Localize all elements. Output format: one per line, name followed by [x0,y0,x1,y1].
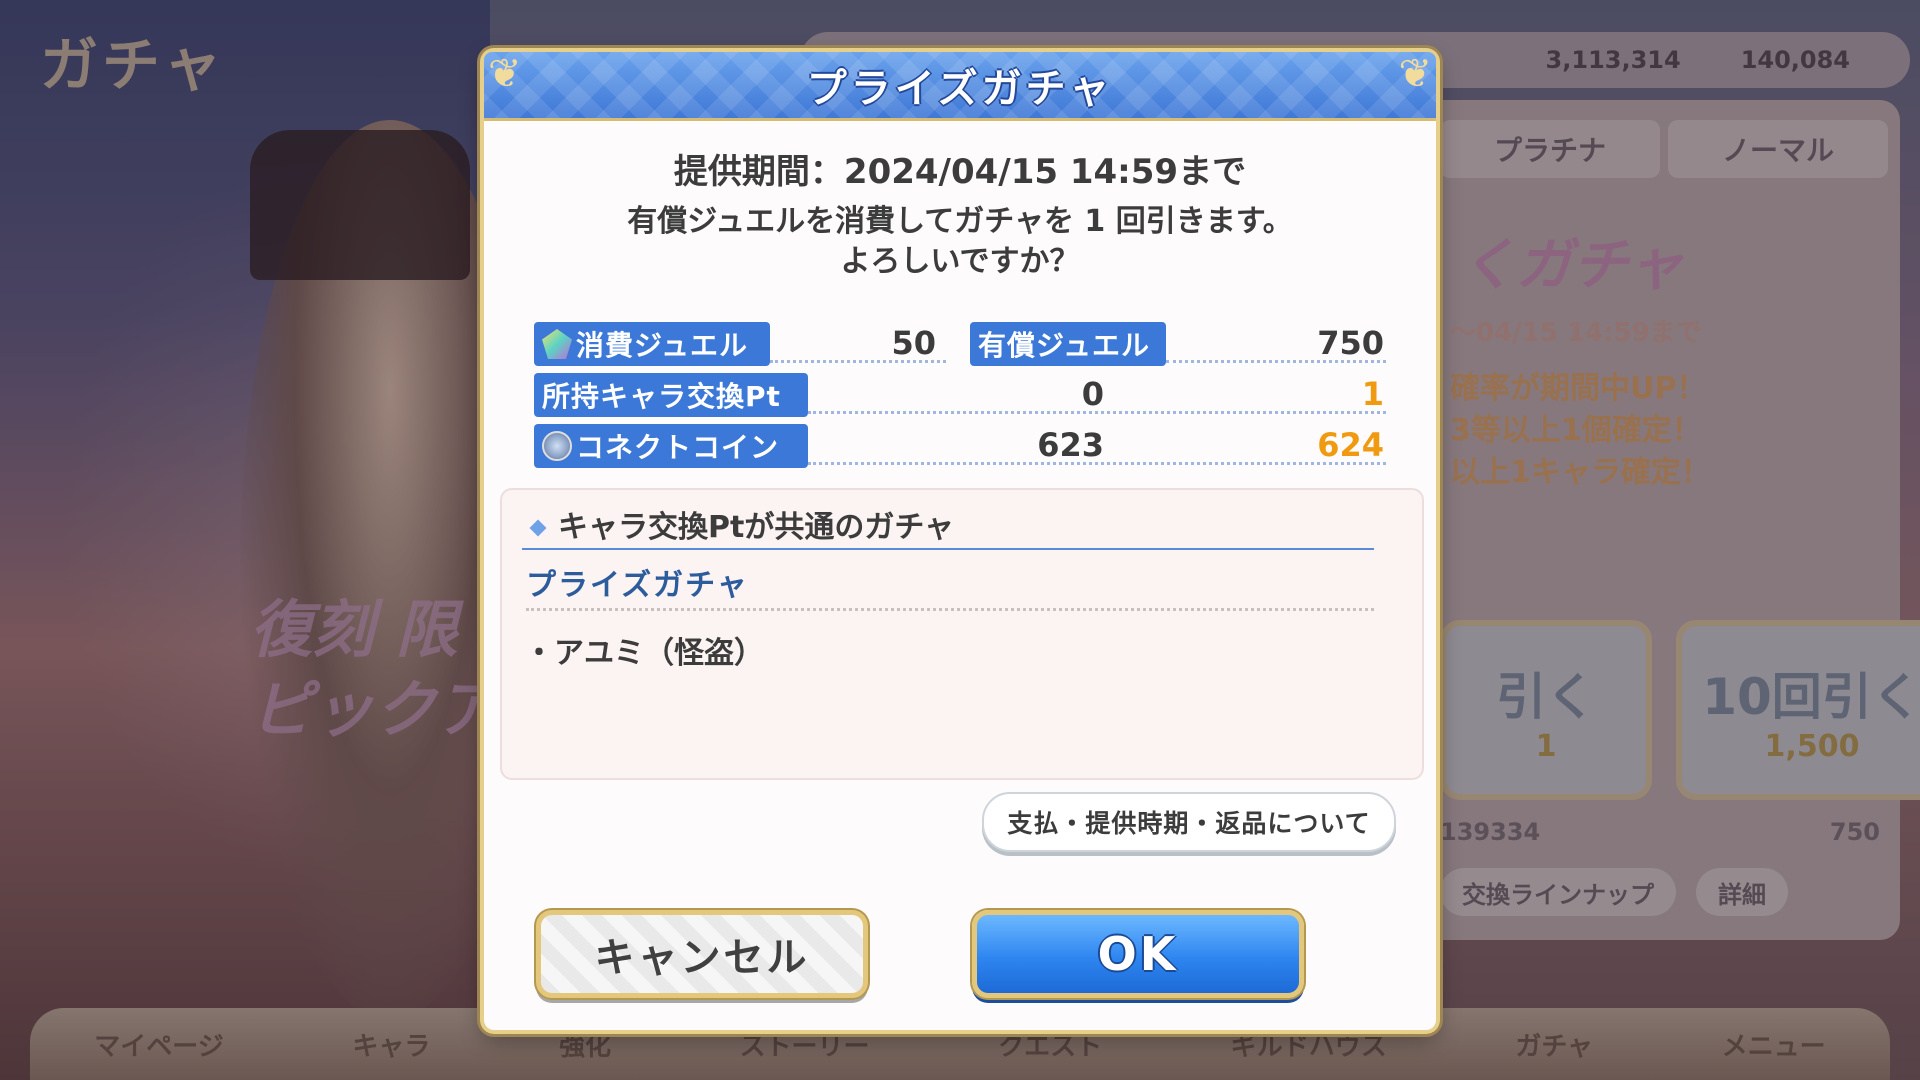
connect-coin-after: 624 [1317,426,1384,464]
dialog-title: プライズガチャ [806,66,1114,112]
info-heading: キャラ交換Ptが共通のガチャ [522,500,1374,550]
exchange-pt-after: 1 [1361,375,1384,413]
stat-row-exchange-pt: 所持キャラ交換Pt 0 1 [534,371,1386,421]
info-list-item: ・アユミ（怪盗） [524,636,764,671]
cost-stats: 消費ジュエル 50 有償ジュエル 750 所持キャラ交換Pt 0 1 コネクトコ… [534,320,1386,473]
ok-button[interactable]: OK [972,910,1304,998]
dialog-header: ❦ プライズガチャ ❦ [484,52,1436,121]
confirm-line: 有償ジュエルを消費してガチャを 1 回引きます。 [627,204,1293,239]
confirm-message: 有償ジュエルを消費してガチャを 1 回引きます。 よろしいですか？ [484,202,1436,282]
dotted-divider [526,608,1374,611]
info-heading-text: キャラ交換Ptが共通のガチャ [558,510,955,545]
prize-gacha-dialog: ❦ プライズガチャ ❦ 提供期間：2024/04/15 14:59まで 有償ジュ… [484,52,1436,1030]
paid-jewel-label-text: 有償ジュエル [978,329,1151,362]
stat-row-jewel: 消費ジュエル 50 有償ジュエル 750 [534,320,1386,370]
shared-gacha-info-box[interactable]: キャラ交換Ptが共通のガチャ プライズガチャ ・アユミ（怪盗） [500,488,1424,780]
paid-jewel-value: 750 [1317,324,1384,362]
jewel-icon [542,329,572,359]
consume-jewel-label: 消費ジュエル [534,322,770,366]
stat-row-connect-coin: コネクトコイン 623 624 [534,422,1386,472]
consume-jewel-value: 50 [891,324,936,362]
exchange-pt-before: 0 [1081,375,1104,413]
paid-jewel-label: 有償ジュエル [970,322,1166,366]
connect-coin-before: 623 [1037,426,1104,464]
connect-coin-label-text: コネクトコイン [576,431,780,464]
connect-coin-label: コネクトコイン [534,424,808,468]
confirm-line: よろしいですか？ [840,244,1080,279]
exchange-pt-label-text: 所持キャラ交換Pt [542,380,781,413]
info-gacha-name: プライズガチャ [526,568,749,603]
cancel-button[interactable]: キャンセル [536,910,868,998]
payment-info-button[interactable]: 支払・提供時期・返品について [982,792,1396,852]
exchange-pt-label: 所持キャラ交換Pt [534,373,808,417]
offer-period: 提供期間：2024/04/15 14:59まで [673,152,1247,192]
ornament-icon: ❦ [1398,51,1432,97]
consume-jewel-label-text: 消費ジュエル [576,329,749,362]
diamond-bullet-icon [529,519,547,537]
ornament-icon: ❦ [488,51,522,97]
coin-icon [542,431,572,461]
